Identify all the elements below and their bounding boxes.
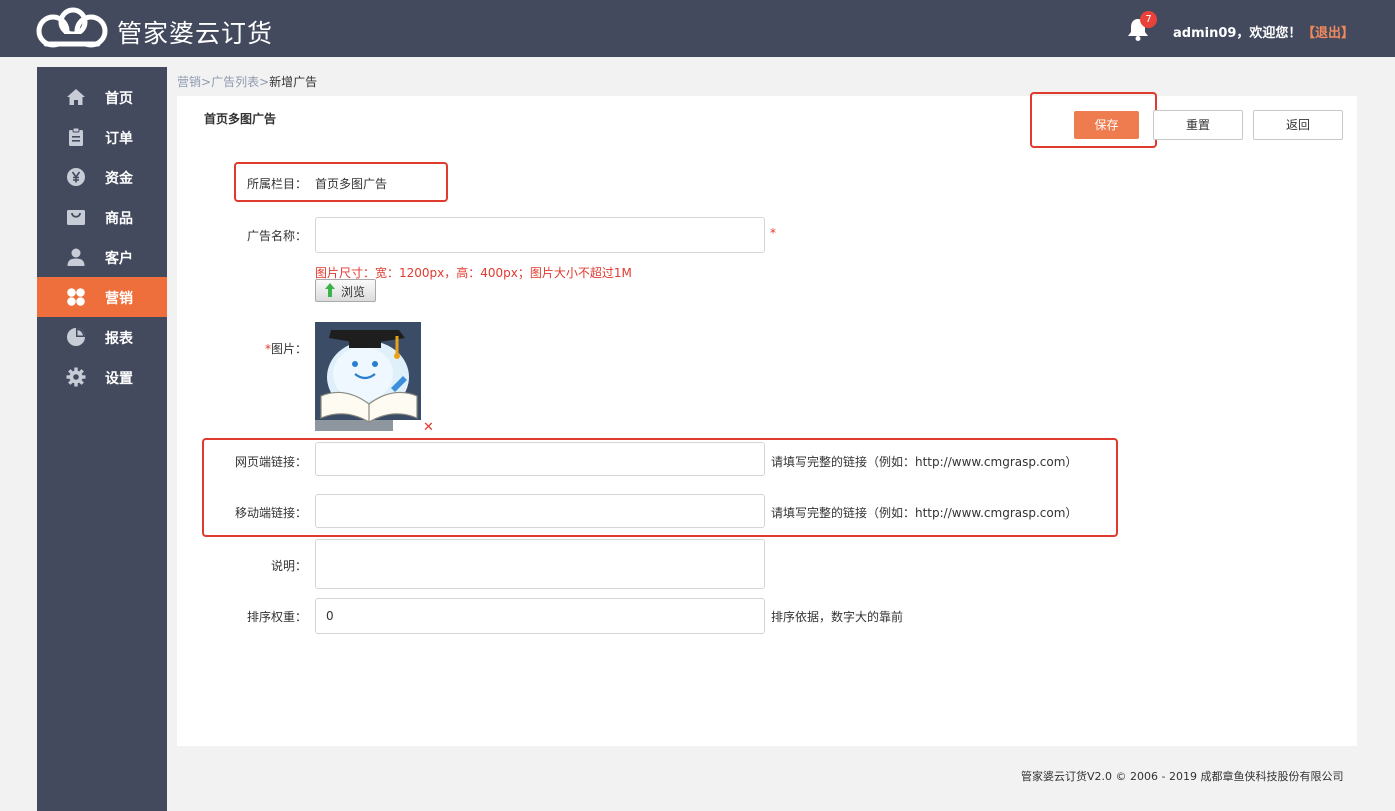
user-icon [67,248,85,266]
logout-link[interactable]: 【退出】 [1302,22,1354,41]
sidebar-item-label: 客户 [105,251,133,267]
image-label-text: 图片： [270,342,307,356]
ad-image-preview [315,322,421,431]
clipboard-icon [69,127,83,146]
breadcrumb-marketing[interactable]: 营销 [177,75,201,89]
clover-icon [67,288,85,306]
image-label: *图片： [177,340,307,357]
ad-name-label: 广告名称： [246,229,307,243]
yen-icon [67,168,85,186]
sidebar-item-funds[interactable]: 资金 [37,157,167,197]
sidebar-item-label: 报表 [105,331,133,347]
footer-copyright: 管家婆云订货V2.0 © 2006 - 2019 成都章鱼侠科技股份有限公司 [1021,770,1344,783]
sidebar-item-label: 订单 [105,131,133,147]
notification-badge: 7 [1140,11,1157,28]
sidebar-item-label: 商品 [105,211,133,227]
column-label: 所属栏目： [246,177,307,191]
sort-weight-input[interactable] [315,598,765,634]
sidebar-item-settings[interactable]: 设置 [37,357,167,397]
breadcrumb-ad-list[interactable]: 广告列表 [211,75,259,89]
sidebar-item-orders[interactable]: 订单 [37,117,167,157]
breadcrumb-separator: > [201,75,212,89]
required-mark: * [770,226,776,240]
sidebar-item-marketing[interactable]: 营销 [37,277,167,317]
sidebar-item-reports[interactable]: 报表 [37,317,167,357]
save-button[interactable]: 保存 [1074,111,1139,139]
web-link-label: 网页端链接： [234,455,307,469]
description-textarea[interactable] [315,539,765,589]
sidebar-item-customers[interactable]: 客户 [37,237,167,277]
description-label: 说明： [270,559,307,573]
top-bar: 管家婆云订货 7 admin09，欢迎您！ 【退出】 [0,0,1395,57]
page-title: 首页多图广告 [204,112,277,126]
brand-name: 管家婆云订货 [117,19,274,48]
cloud-logo-icon [36,7,108,48]
sidebar-item-label: 首页 [105,91,133,107]
breadcrumb: 营销>广告列表>新增广告 [177,73,317,90]
bag-icon [67,210,85,225]
breadcrumb-current: 新增广告 [269,75,318,89]
upload-arrow-icon [325,283,335,297]
browse-label: 浏览 [341,285,366,299]
sidebar-item-label: 营销 [105,291,133,307]
sidebar: 首页 订单 资金 商品 客户 营销 报表 设置 [37,67,167,811]
mobile-link-input[interactable] [315,494,765,528]
mobile-link-hint: 请填写完整的链接（例如：http://www.cmgrasp.com） [771,506,1078,520]
reset-button[interactable]: 重置 [1153,110,1243,140]
browse-button[interactable]: 浏览 [315,279,376,302]
sidebar-item-products[interactable]: 商品 [37,197,167,237]
sidebar-item-label: 资金 [105,171,133,187]
ad-name-input[interactable] [315,217,765,253]
home-icon [67,89,85,105]
gear-icon [66,367,86,387]
form-panel: 首页多图广告 保存 重置 返回 所属栏目： 首页多图广告 广告名称： * 图片尺… [177,92,1357,746]
pie-chart-icon [67,328,85,346]
web-link-input[interactable] [315,442,765,476]
column-value: 首页多图广告 [315,177,388,191]
sort-weight-hint: 排序依据，数字大的靠前 [771,610,904,624]
back-button[interactable]: 返回 [1253,110,1343,140]
sort-weight-label: 排序权重： [246,610,307,624]
sidebar-item-home[interactable]: 首页 [37,77,167,117]
mobile-link-label: 移动端链接： [234,506,307,520]
sidebar-item-label: 设置 [105,371,133,387]
web-link-hint: 请填写完整的链接（例如：http://www.cmgrasp.com） [771,455,1078,469]
remove-image-icon[interactable]: ✕ [423,420,434,435]
welcome-text: admin09，欢迎您！ [1173,26,1302,41]
breadcrumb-separator: > [259,75,270,89]
